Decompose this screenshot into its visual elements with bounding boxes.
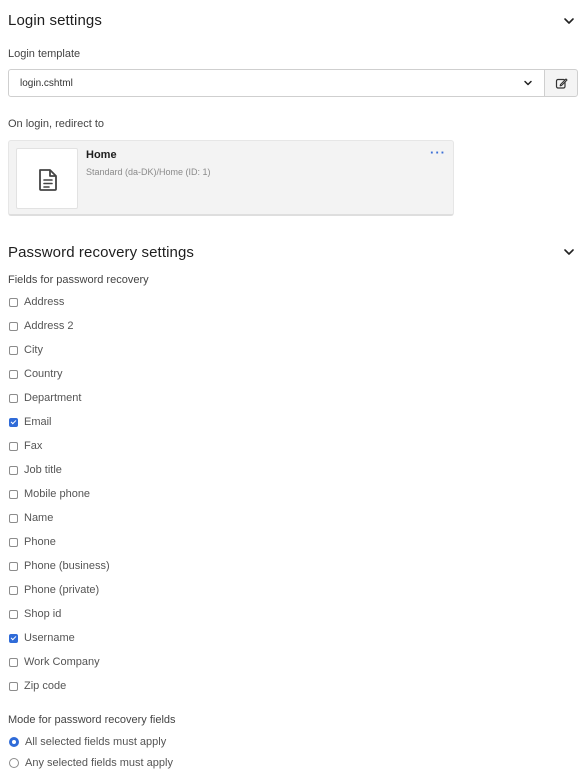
recovery-field-option[interactable]: Email [9, 414, 52, 430]
checkbox-label: Country [24, 368, 63, 380]
login-template-label: Login template [8, 48, 81, 60]
redirect-label: On login, redirect to [8, 118, 104, 130]
checkbox[interactable] [9, 609, 18, 619]
checkbox[interactable] [9, 417, 18, 427]
checkbox-label: Phone (private) [24, 584, 100, 596]
recovery-field-option[interactable]: Username [9, 630, 75, 646]
password-recovery-collapse[interactable] [562, 245, 576, 264]
caret-down-icon [524, 80, 532, 86]
recovery-fields-label: Fields for password recovery [8, 274, 149, 286]
checkbox-label: Address [24, 296, 65, 308]
checkbox[interactable] [9, 537, 18, 547]
recovery-field-option[interactable]: Address [9, 294, 64, 310]
radio-button[interactable] [9, 758, 19, 768]
checkbox[interactable] [9, 633, 18, 643]
recovery-field-option[interactable]: Department [9, 390, 81, 406]
recovery-field-option[interactable]: Shop id [9, 606, 61, 622]
recovery-mode-option[interactable]: Any selected fields must apply [9, 755, 173, 771]
checkbox-label: Name [24, 512, 54, 524]
recovery-field-option[interactable]: Phone (private) [9, 582, 99, 598]
checkbox-label: Address 2 [24, 320, 74, 332]
login-template-value: login.cshtml [20, 78, 73, 89]
redirect-page-path: Standard (da-DK)/Home (ID: 1) [86, 167, 211, 177]
checkbox[interactable] [9, 585, 18, 595]
checkbox-label: Phone [24, 536, 56, 548]
login-settings-title: Login settings [8, 12, 102, 29]
checkbox-label: Department [24, 392, 82, 404]
login-settings-collapse[interactable] [562, 14, 576, 33]
checkbox[interactable] [9, 369, 18, 379]
checkbox[interactable] [9, 441, 18, 451]
edit-icon [555, 78, 568, 89]
recovery-field-option[interactable]: Phone [9, 534, 56, 550]
password-recovery-title: Password recovery settings [8, 244, 195, 261]
chevron-down-icon [564, 249, 574, 255]
checkbox[interactable] [9, 657, 18, 667]
checkbox[interactable] [9, 489, 18, 499]
checkbox[interactable] [9, 465, 18, 475]
recovery-mode-option[interactable]: All selected fields must apply [9, 734, 166, 750]
redirect-page-card[interactable]: Home Standard (da-DK)/Home (ID: 1) ··· [8, 140, 454, 216]
recovery-field-option[interactable]: Name [9, 510, 53, 526]
more-horizontal-icon[interactable]: ··· [430, 145, 446, 160]
recovery-field-option[interactable]: Phone (business) [9, 558, 110, 574]
document-icon [39, 169, 57, 191]
checkbox[interactable] [9, 681, 18, 691]
checkbox[interactable] [9, 393, 18, 403]
checkbox-label: Work Company [24, 656, 100, 668]
checkbox-label: Username [24, 632, 75, 644]
login-template-select[interactable]: login.cshtml [8, 69, 545, 97]
recovery-field-option[interactable]: Job title [9, 462, 62, 478]
checkbox-label: Phone (business) [24, 560, 110, 572]
checkbox-label: Mobile phone [24, 488, 91, 500]
radio-label: Any selected fields must apply [25, 757, 173, 769]
radio-label: All selected fields must apply [25, 736, 167, 748]
checkbox-label: Email [24, 416, 52, 428]
edit-template-button[interactable] [544, 69, 578, 97]
recovery-field-option[interactable]: Address 2 [9, 318, 74, 334]
redirect-page-name: Home [86, 149, 117, 161]
checkbox[interactable] [9, 513, 18, 523]
checkbox[interactable] [9, 321, 18, 331]
recovery-field-option[interactable]: Country [9, 366, 63, 382]
checkbox[interactable] [9, 297, 18, 307]
checkbox-label: Shop id [24, 608, 62, 620]
checkbox[interactable] [9, 345, 18, 355]
recovery-field-option[interactable]: Zip code [9, 678, 66, 694]
checkbox[interactable] [9, 561, 18, 571]
checkbox-label: Job title [24, 464, 62, 476]
checkbox-label: City [24, 344, 43, 356]
recovery-field-option[interactable]: Mobile phone [9, 486, 90, 502]
radio-button[interactable] [9, 737, 19, 747]
checkbox-label: Zip code [24, 680, 67, 692]
chevron-down-icon [564, 18, 574, 24]
checkbox-label: Fax [24, 440, 43, 452]
page-thumbnail [16, 148, 78, 209]
recovery-field-option[interactable]: Fax [9, 438, 42, 454]
recovery-field-option[interactable]: City [9, 342, 43, 358]
recovery-mode-label: Mode for password recovery fields [8, 714, 176, 726]
recovery-field-option[interactable]: Work Company [9, 654, 100, 670]
